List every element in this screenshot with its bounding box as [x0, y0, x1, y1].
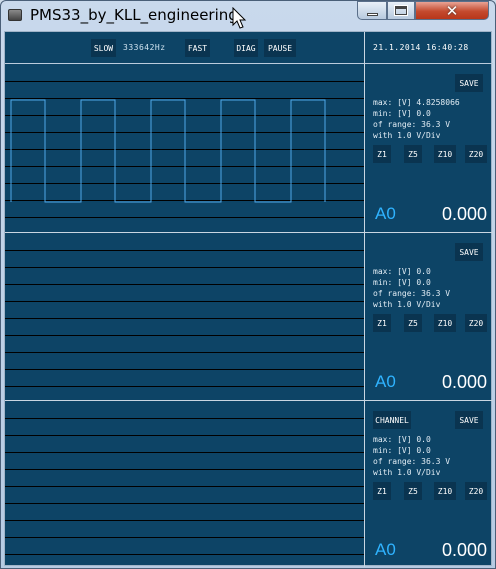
zoom-z5-button-1[interactable]: Z5	[404, 145, 422, 163]
channel-value-3: 0.000	[441, 540, 487, 560]
min-readout-1: min: [V] 0.0	[373, 109, 431, 118]
save-button-1[interactable]: SAVE	[455, 74, 483, 92]
min-readout-2: min: [V] 0.0	[373, 278, 431, 287]
slow-button[interactable]: SLOW	[91, 39, 116, 57]
mouse-cursor-icon	[232, 7, 247, 29]
range-readout-1: of range: 36.3 V	[373, 120, 451, 129]
signal-trace	[10, 99, 326, 203]
window-title: PMS33_by_KLL_engineering	[30, 6, 238, 24]
zoom-z20-button-2[interactable]: Z20	[465, 314, 487, 332]
channel-panel-1: SAVE max: [V] 4.8258066 min: [V] 0.0 of …	[5, 64, 493, 232]
fast-button[interactable]: FAST	[185, 39, 210, 57]
close-button[interactable]: ✕	[415, 1, 489, 20]
scope-grid-3	[5, 401, 364, 567]
datetime-readout: 21.1.2014 16:40:28	[373, 43, 469, 52]
save-button-3[interactable]: SAVE	[455, 411, 483, 429]
max-readout-2: max: [V] 0.0	[373, 267, 431, 276]
channel-value-2: 0.000	[441, 372, 487, 392]
maximize-icon	[394, 5, 408, 16]
zoom-z1-button-1[interactable]: Z1	[373, 145, 391, 163]
minimize-icon	[366, 12, 378, 16]
frequency-readout: 333642Hz	[123, 43, 166, 52]
zoom-z10-button-1[interactable]: Z10	[434, 145, 456, 163]
channel-panel-2: SAVE max: [V] 0.0 min: [V] 0.0 of range:…	[5, 233, 493, 400]
channel-value-1: 0.000	[441, 204, 487, 224]
zoom-z10-button-3[interactable]: Z10	[434, 482, 456, 500]
range-readout-3: of range: 36.3 V	[373, 457, 451, 466]
app-window: PMS33_by_KLL_engineering ✕ SLOW 333642Hz…	[0, 0, 496, 569]
min-readout-3: min: [V] 0.0	[373, 446, 431, 455]
div-readout-2: with 1.0 V/Div	[373, 300, 441, 309]
zoom-z1-button-2[interactable]: Z1	[373, 314, 391, 332]
oscilloscope-area: SLOW 333642Hz FAST DIAG PAUSE 21.1.2014 …	[4, 31, 493, 567]
max-readout-1: max: [V] 4.8258066	[373, 98, 460, 107]
div-readout-3: with 1.0 V/Div	[373, 468, 441, 477]
zoom-z1-button-3[interactable]: Z1	[373, 482, 391, 500]
channel-panel-3: CHANNEL SAVE max: [V] 0.0 min: [V] 0.0 o…	[5, 401, 493, 567]
zoom-z5-button-3[interactable]: Z5	[404, 482, 422, 500]
scope-grid-2	[5, 233, 364, 400]
div-readout-1: with 1.0 V/Div	[373, 131, 441, 140]
zoom-z10-button-2[interactable]: Z10	[434, 314, 456, 332]
close-icon: ✕	[445, 1, 459, 20]
zoom-z20-button-3[interactable]: Z20	[465, 482, 487, 500]
max-readout-3: max: [V] 0.0	[373, 435, 431, 444]
maximize-button[interactable]	[387, 1, 415, 20]
toolbar: SLOW 333642Hz FAST DIAG PAUSE 21.1.2014 …	[5, 32, 493, 64]
minimize-button[interactable]	[357, 1, 387, 20]
channel-name-3: A0	[375, 540, 396, 559]
title-bar[interactable]: PMS33_by_KLL_engineering ✕	[1, 1, 495, 31]
channel-name-1: A0	[375, 204, 396, 223]
save-button-2[interactable]: SAVE	[455, 243, 483, 261]
range-readout-2: of range: 36.3 V	[373, 289, 451, 298]
app-icon	[8, 9, 22, 21]
zoom-z5-button-2[interactable]: Z5	[404, 314, 422, 332]
channel-name-2: A0	[375, 372, 396, 391]
zoom-z20-button-1[interactable]: Z20	[465, 145, 487, 163]
pause-button[interactable]: PAUSE	[264, 39, 296, 57]
diag-button[interactable]: DIAG	[234, 39, 258, 57]
channel-button-3[interactable]: CHANNEL	[373, 411, 411, 429]
